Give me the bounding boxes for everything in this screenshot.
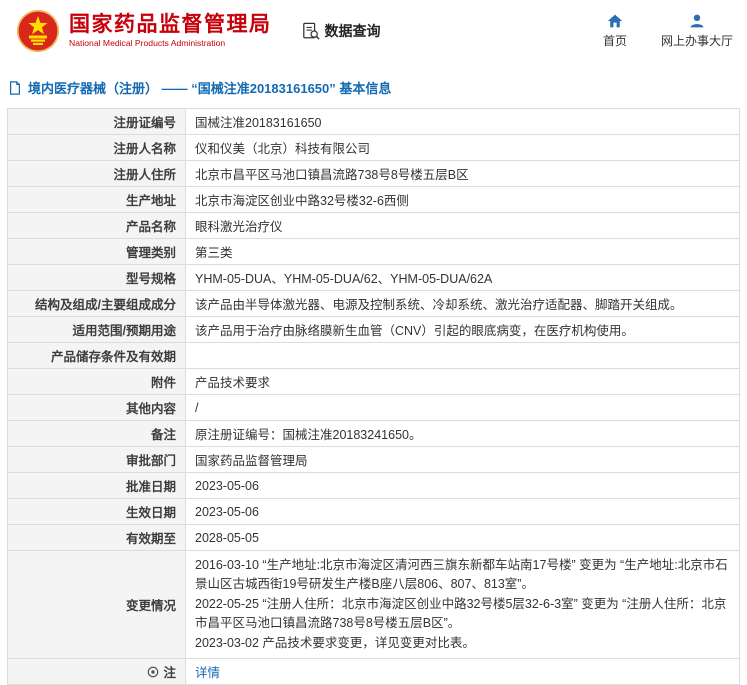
row-value: 第三类: [186, 239, 740, 265]
row-label: 结构及组成/主要组成成分: [8, 291, 186, 317]
row-label: 注: [8, 658, 186, 684]
table-row: 变更情况 2016-03-10 “生产地址:北京市海淀区清河西三旗东新都车站南1…: [8, 551, 740, 659]
row-label: 生产地址: [8, 187, 186, 213]
row-value: 国械注准20183161650: [186, 109, 740, 135]
document-icon: [8, 81, 22, 95]
row-value: YHM-05-DUA、YHM-05-DUA/62、YHM-05-DUA/62A: [186, 265, 740, 291]
nav-online-service-hall[interactable]: 网上办事大厅: [661, 13, 733, 49]
home-icon: [607, 13, 623, 29]
table-row: 有效期至 2028-05-05: [8, 525, 740, 551]
row-label: 注册人名称: [8, 135, 186, 161]
table-row: 型号规格 YHM-05-DUA、YHM-05-DUA/62、YHM-05-DUA…: [8, 265, 740, 291]
row-value: 详情: [186, 658, 740, 684]
data-query-label: 数据查询: [325, 21, 381, 41]
data-query-menu[interactable]: 数据查询: [302, 21, 381, 41]
row-label: 附件: [8, 369, 186, 395]
row-label: 其他内容: [8, 395, 186, 421]
row-label: 变更情况: [8, 551, 186, 659]
row-value: 该产品由半导体激光器、电源及控制系统、冷却系统、激光治疗适配器、脚踏开关组成。: [186, 291, 740, 317]
row-value: /: [186, 395, 740, 421]
header: 国家药品监督管理局 National Medical Products Admi…: [0, 0, 747, 62]
agency-name-en: National Medical Products Administration: [69, 39, 272, 49]
document-search-icon: [302, 22, 320, 40]
agency-title-block: 国家药品监督管理局 National Medical Products Admi…: [69, 13, 272, 49]
row-value: 原注册证编号：国械注准20183241650。: [186, 421, 740, 447]
row-label: 审批部门: [8, 447, 186, 473]
table-row: 附件 产品技术要求: [8, 369, 740, 395]
row-value: 2023-05-06: [186, 473, 740, 499]
row-label: 有效期至: [8, 525, 186, 551]
table-row: 备注 原注册证编号：国械注准20183241650。: [8, 421, 740, 447]
row-value: 北京市海淀区创业中路32号楼32-6西侧: [186, 187, 740, 213]
table-row: 产品名称 眼科激光治疗仪: [8, 213, 740, 239]
detail-link[interactable]: 详情: [195, 666, 220, 680]
table-row: 结构及组成/主要组成成分 该产品由半导体激光器、电源及控制系统、冷却系统、激光治…: [8, 291, 740, 317]
row-label: 注册证编号: [8, 109, 186, 135]
person-icon: [689, 13, 705, 29]
row-label: 生效日期: [8, 499, 186, 525]
nav-home[interactable]: 首页: [603, 13, 627, 49]
row-label: 管理类别: [8, 239, 186, 265]
table-row: 适用范围/预期用途 该产品用于治疗由脉络膜新生血管（CNV）引起的眼底病变，在医…: [8, 317, 740, 343]
nav-hall-label: 网上办事大厅: [661, 32, 733, 49]
registration-info-table: 注册证编号 国械注准20183161650 注册人名称 仪和仪美（北京）科技有限…: [7, 108, 740, 685]
page-title-bar: 境内医疗器械（注册） —— “国械注准20183161650” 基本信息: [8, 78, 747, 97]
table-row: 生效日期 2023-05-06: [8, 499, 740, 525]
row-label: 型号规格: [8, 265, 186, 291]
row-value: 2016-03-10 “生产地址:北京市海淀区清河西三旗东新都车站南17号楼” …: [186, 551, 740, 659]
table-row: 注册证编号 国械注准20183161650: [8, 109, 740, 135]
row-label: 产品名称: [8, 213, 186, 239]
table-row: 注 详情: [8, 658, 740, 684]
page-title: 境内医疗器械（注册） —— “国械注准20183161650” 基本信息: [28, 78, 391, 97]
row-value: 仪和仪美（北京）科技有限公司: [186, 135, 740, 161]
table-row: 生产地址 北京市海淀区创业中路32号楼32-6西侧: [8, 187, 740, 213]
row-label: 备注: [8, 421, 186, 447]
row-label: 注册人住所: [8, 161, 186, 187]
table-row: 注册人住所 北京市昌平区马池口镇昌流路738号8号楼五层B区: [8, 161, 740, 187]
table-row: 管理类别 第三类: [8, 239, 740, 265]
table-row: 审批部门 国家药品监督管理局: [8, 447, 740, 473]
note-icon: [147, 666, 159, 681]
national-emblem-icon: [16, 9, 60, 53]
table-row: 其他内容 /: [8, 395, 740, 421]
row-label: 适用范围/预期用途: [8, 317, 186, 343]
row-value: 2023-05-06: [186, 499, 740, 525]
row-label: 产品储存条件及有效期: [8, 343, 186, 369]
table-row: 产品储存条件及有效期: [8, 343, 740, 369]
row-value: 该产品用于治疗由脉络膜新生血管（CNV）引起的眼底病变，在医疗机构使用。: [186, 317, 740, 343]
row-value: 2028-05-05: [186, 525, 740, 551]
row-value: 眼科激光治疗仪: [186, 213, 740, 239]
row-value: 产品技术要求: [186, 369, 740, 395]
row-value: 国家药品监督管理局: [186, 447, 740, 473]
table-row: 注册人名称 仪和仪美（北京）科技有限公司: [8, 135, 740, 161]
row-label-text: 注: [163, 666, 176, 680]
agency-name-cn: 国家药品监督管理局: [69, 13, 272, 37]
table-row: 批准日期 2023-05-06: [8, 473, 740, 499]
row-value: 北京市昌平区马池口镇昌流路738号8号楼五层B区: [186, 161, 740, 187]
row-label: 批准日期: [8, 473, 186, 499]
row-value: [186, 343, 740, 369]
nav-home-label: 首页: [603, 32, 627, 49]
